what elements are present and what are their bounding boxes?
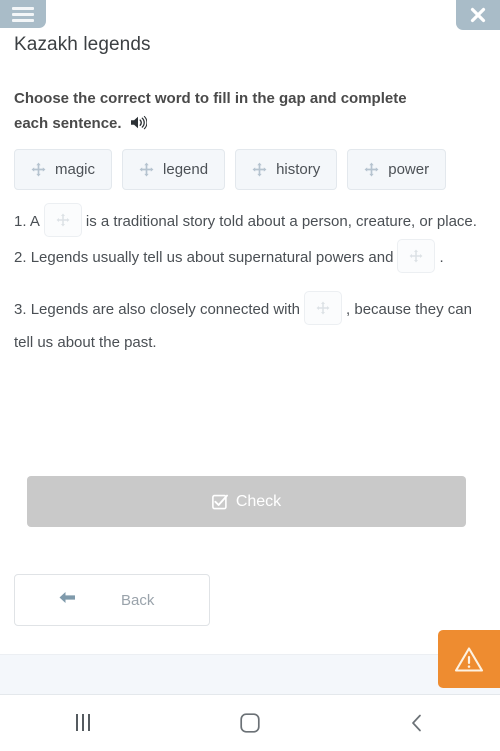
move-arrows-icon	[139, 162, 154, 177]
dropzone-1[interactable]	[43, 203, 82, 237]
word-chip-label: legend	[163, 161, 209, 178]
checkbox-checked-icon	[211, 494, 228, 509]
sentence-number: 1.	[14, 213, 27, 230]
page-title: Kazakh legends	[14, 34, 151, 55]
word-chip-power[interactable]: power	[347, 149, 447, 190]
sentence-2: 2. Legends usually tell us about superna…	[14, 239, 486, 274]
move-arrows-icon	[56, 213, 70, 227]
task-instruction-text: Choose the correct word to fill in the g…	[14, 90, 407, 132]
word-chip-label: power	[388, 161, 430, 178]
word-bank: magic legend history power	[14, 149, 500, 190]
task-instruction-row: Choose the correct word to fill in the g…	[14, 86, 486, 138]
sentence-text-after: is a traditional story told about a pers…	[85, 213, 477, 230]
back-button-label: Back	[121, 591, 155, 609]
app-root: Kazakh legends Choose the correct word t…	[0, 0, 500, 751]
move-arrows-icon	[31, 162, 46, 177]
nav-recents-button[interactable]	[0, 695, 167, 751]
move-arrows-icon	[364, 162, 379, 177]
word-chip-label: magic	[55, 161, 96, 178]
hamburger-menu-button[interactable]	[0, 0, 46, 28]
back-chevron-icon	[411, 714, 421, 732]
word-chip-legend[interactable]: legend	[122, 149, 226, 190]
back-button[interactable]: Back	[14, 574, 210, 626]
dropzone-2[interactable]	[397, 239, 436, 273]
recents-icon	[74, 714, 92, 732]
task-instruction: Choose the correct word to fill in the g…	[14, 86, 424, 138]
sentence-list: 1. Ais a traditional story told about a …	[14, 203, 486, 359]
close-button[interactable]	[456, 0, 500, 30]
report-problem-button[interactable]	[438, 630, 500, 688]
arrow-left-icon	[57, 590, 77, 610]
nav-back-button[interactable]	[333, 695, 500, 751]
move-arrows-icon	[252, 162, 267, 177]
warning-triangle-icon	[454, 646, 484, 672]
check-button[interactable]: Check	[27, 476, 466, 527]
word-chip-label: history	[276, 161, 321, 178]
word-chip-magic[interactable]: magic	[14, 149, 113, 190]
close-icon	[470, 7, 486, 23]
dropzone-3[interactable]	[304, 291, 343, 325]
move-arrows-icon	[316, 301, 330, 315]
word-chip-history[interactable]: history	[235, 149, 338, 190]
android-navigation-bar	[0, 695, 500, 751]
speaker-icon	[130, 115, 148, 130]
sentence-number: 3.	[14, 301, 27, 318]
footer-strip	[0, 654, 500, 695]
top-bar	[0, 0, 500, 30]
sentence-1: 1. Ais a traditional story told about a …	[14, 203, 486, 238]
sentence-text-before: Legends usually tell us about supernatur…	[30, 249, 394, 266]
sentence-text-before: Legends are also closely connected with	[30, 301, 301, 318]
hamburger-menu-icon	[12, 4, 34, 25]
sentence-text-after: .	[439, 249, 444, 266]
sentence-3: 3. Legends are also closely connected wi…	[14, 291, 486, 359]
check-button-label: Check	[235, 492, 282, 510]
sentence-number: 2.	[14, 249, 27, 266]
sentence-text-before: A	[29, 213, 40, 230]
move-arrows-icon	[409, 249, 423, 263]
nav-home-button[interactable]	[167, 695, 334, 751]
home-icon	[240, 713, 260, 733]
audio-play-button[interactable]	[130, 113, 148, 138]
